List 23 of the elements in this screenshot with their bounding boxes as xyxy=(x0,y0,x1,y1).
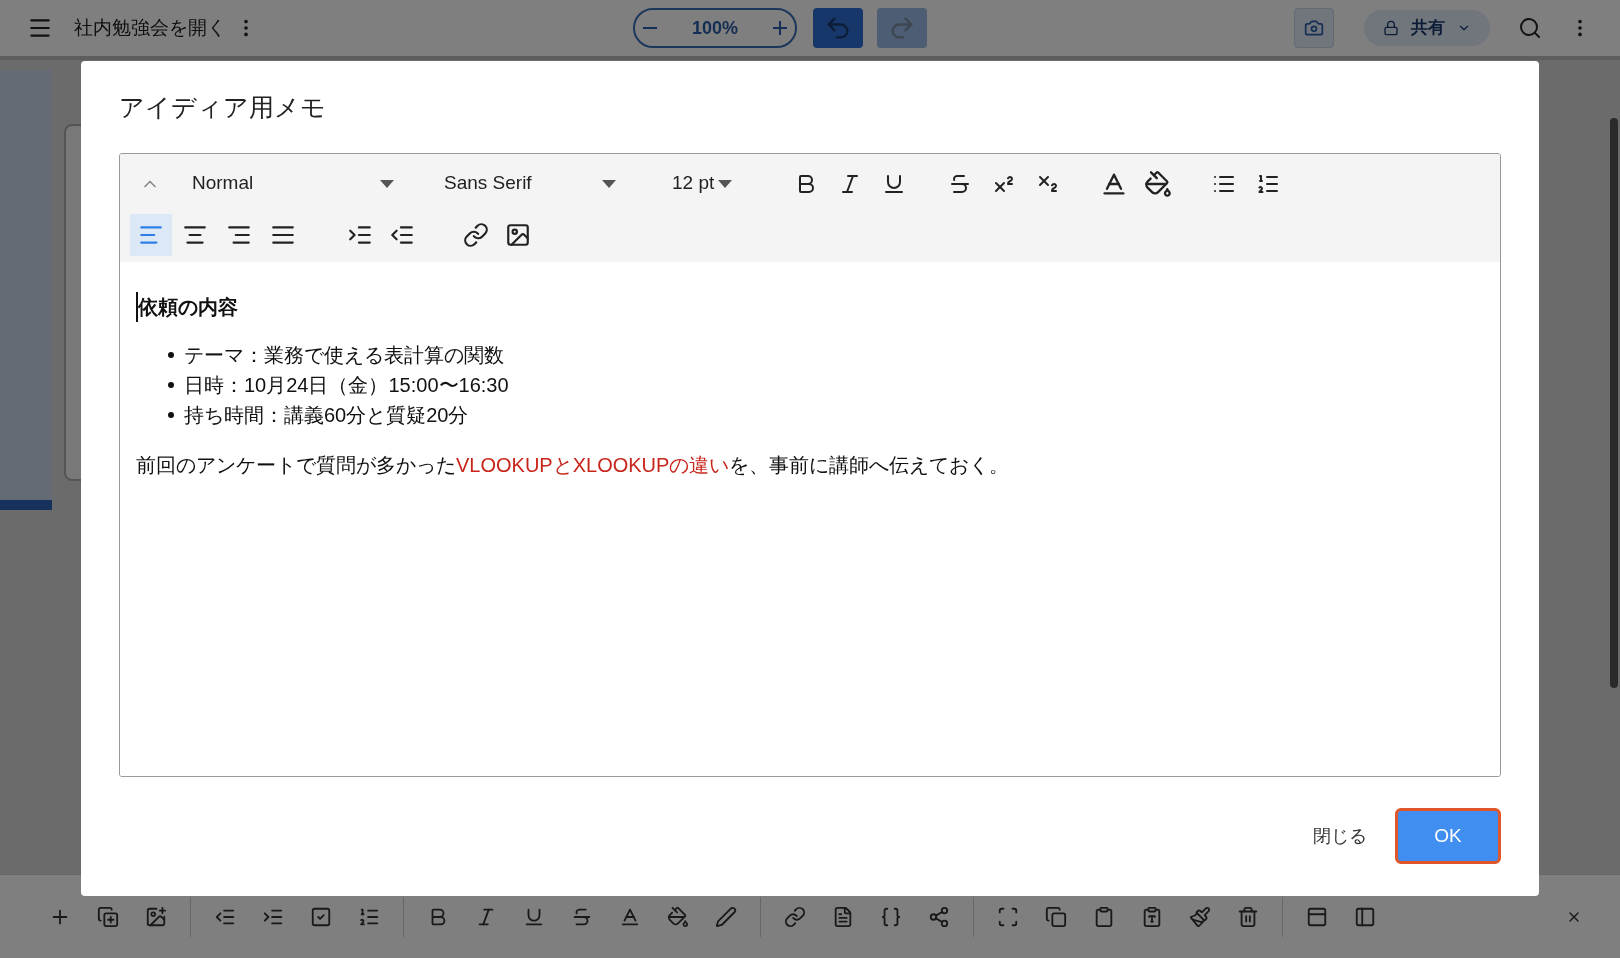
note-heading: 依頼の内容 xyxy=(136,291,238,322)
bullet-icon xyxy=(168,411,174,418)
bullet-item: 持ち時間：講義60分と質疑20分 xyxy=(184,402,469,428)
dialog-title: アイディア用メモ xyxy=(119,92,326,123)
size-dropdown[interactable]: 12 pt xyxy=(672,163,736,204)
lock-icon xyxy=(1383,20,1399,36)
bullet-icon xyxy=(168,381,174,388)
zoom-in-icon[interactable] xyxy=(773,21,787,35)
align-left-icon[interactable] xyxy=(130,213,172,256)
caret-icon xyxy=(718,179,732,188)
zoom-level: 100% xyxy=(691,16,738,40)
bullet-icon xyxy=(168,351,174,358)
close-button[interactable]: 閉じる xyxy=(1305,816,1375,856)
note-paragraph: 前回のアンケートで質問が多かったVLOOKUPとXLOOKUPの違いを、事前に講師へ伝えておく。 xyxy=(136,452,1010,478)
font-dropdown[interactable]: Sans Serif xyxy=(444,163,620,204)
style-dropdown[interactable]: Normal xyxy=(192,163,398,204)
share-button[interactable]: 共有 xyxy=(1364,10,1490,46)
document-title: 社内勉強会を開く xyxy=(74,15,226,40)
caret-icon xyxy=(380,179,394,188)
caret-icon xyxy=(602,179,616,188)
bullet-item: テーマ：業務で使える表計算の関数 xyxy=(184,342,504,368)
camera-icon[interactable] xyxy=(1294,8,1334,48)
bullet-item: 日時：10月24日（金）15:00〜16:30 xyxy=(184,372,509,398)
